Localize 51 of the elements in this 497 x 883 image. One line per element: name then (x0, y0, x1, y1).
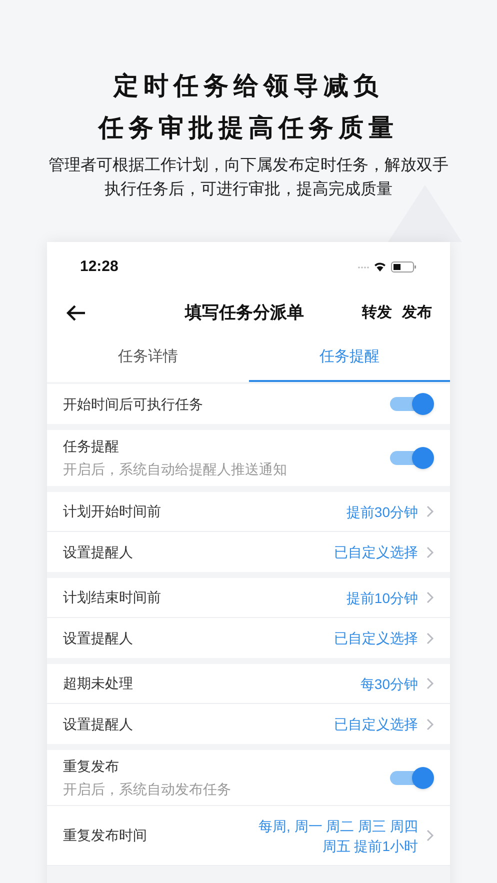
back-arrow-icon[interactable] (65, 304, 87, 322)
settings-row[interactable]: 设置提醒人 已自定义选择 (47, 532, 450, 572)
setting-label: 设置提醒人 (63, 628, 134, 648)
chevron-right-icon (426, 829, 434, 842)
settings-row[interactable]: 计划结束时间前 提前10分钟 (47, 578, 450, 618)
settings-row[interactable]: 设置提醒人 已自定义选择 (47, 704, 450, 744)
setting-label: 设置提醒人 (63, 542, 134, 562)
setting-value: 已自定义选择 (334, 629, 418, 648)
tab[interactable]: 任务提醒 (248, 334, 450, 382)
setting-value: 每30分钟 (360, 674, 418, 694)
chevron-right-icon (426, 546, 434, 558)
chevron-right-icon (426, 505, 434, 518)
toggle-switch[interactable] (390, 447, 434, 469)
setting-value: 提前30分钟 (346, 502, 418, 522)
chevron-right-icon (426, 632, 434, 644)
wifi-icon (374, 262, 386, 272)
setting-label: 超期未处理 (63, 674, 134, 693)
headline: 任务审批提高任务质量 (98, 113, 398, 144)
settings-row[interactable]: 超期未处理 每30分钟 (47, 664, 450, 704)
setting-label: 设置提醒人 (63, 714, 134, 734)
setting-label: 开始时间后可执行任务 (63, 394, 204, 414)
settings-row[interactable]: 设置提醒人 已自定义选择 (47, 618, 450, 658)
setting-value: 已自定义选择 (334, 715, 418, 734)
setting-label: 重复发布时间 (63, 826, 148, 845)
nav-action[interactable]: 发布 (402, 302, 432, 324)
chevron-right-icon (426, 591, 434, 604)
status-time: 12:28 (80, 256, 120, 277)
setting-value: 提前10分钟 (346, 588, 418, 608)
setting-label: 任务提醒 (63, 437, 120, 456)
settings-row[interactable]: 重复发布时间 每周, 周一 周二 周三 周四 周五 提前1小时 (47, 806, 450, 866)
signal-icon (358, 266, 369, 268)
setting-value: 已自定义选择 (334, 543, 418, 562)
toggle-switch[interactable] (390, 766, 434, 788)
nav-action[interactable]: 转发 (362, 302, 392, 324)
setting-label: 重复发布 (63, 756, 120, 776)
setting-value: 每周, 周一 周二 周三 周四 (258, 816, 418, 836)
settings-row[interactable]: 计划开始时间前 提前30分钟 (47, 492, 450, 532)
setting-label: 计划结束时间前 (63, 588, 162, 607)
setting-hint: 开启后，系统自动给提醒人推送通知 (63, 460, 288, 479)
chevron-right-icon (426, 677, 434, 690)
headline: 定时任务给领导减负 (114, 71, 384, 102)
chevron-right-icon (426, 718, 434, 730)
setting-value: 周五 提前1小时 (322, 836, 418, 856)
setting-hint: 开启后，系统自动发布任务 (63, 780, 232, 798)
subtitle: 执行任务后，可进行审批，提高完成质量 (104, 180, 392, 200)
toggle-switch[interactable] (390, 393, 434, 415)
screen-title: 填写任务分派单 (184, 302, 305, 324)
tab[interactable]: 任务详情 (47, 334, 248, 382)
battery-icon (391, 261, 417, 273)
setting-label: 计划开始时间前 (63, 502, 162, 521)
subtitle: 管理者可根据工作计划，向下属发布定时任务，解放双手 (48, 156, 448, 176)
